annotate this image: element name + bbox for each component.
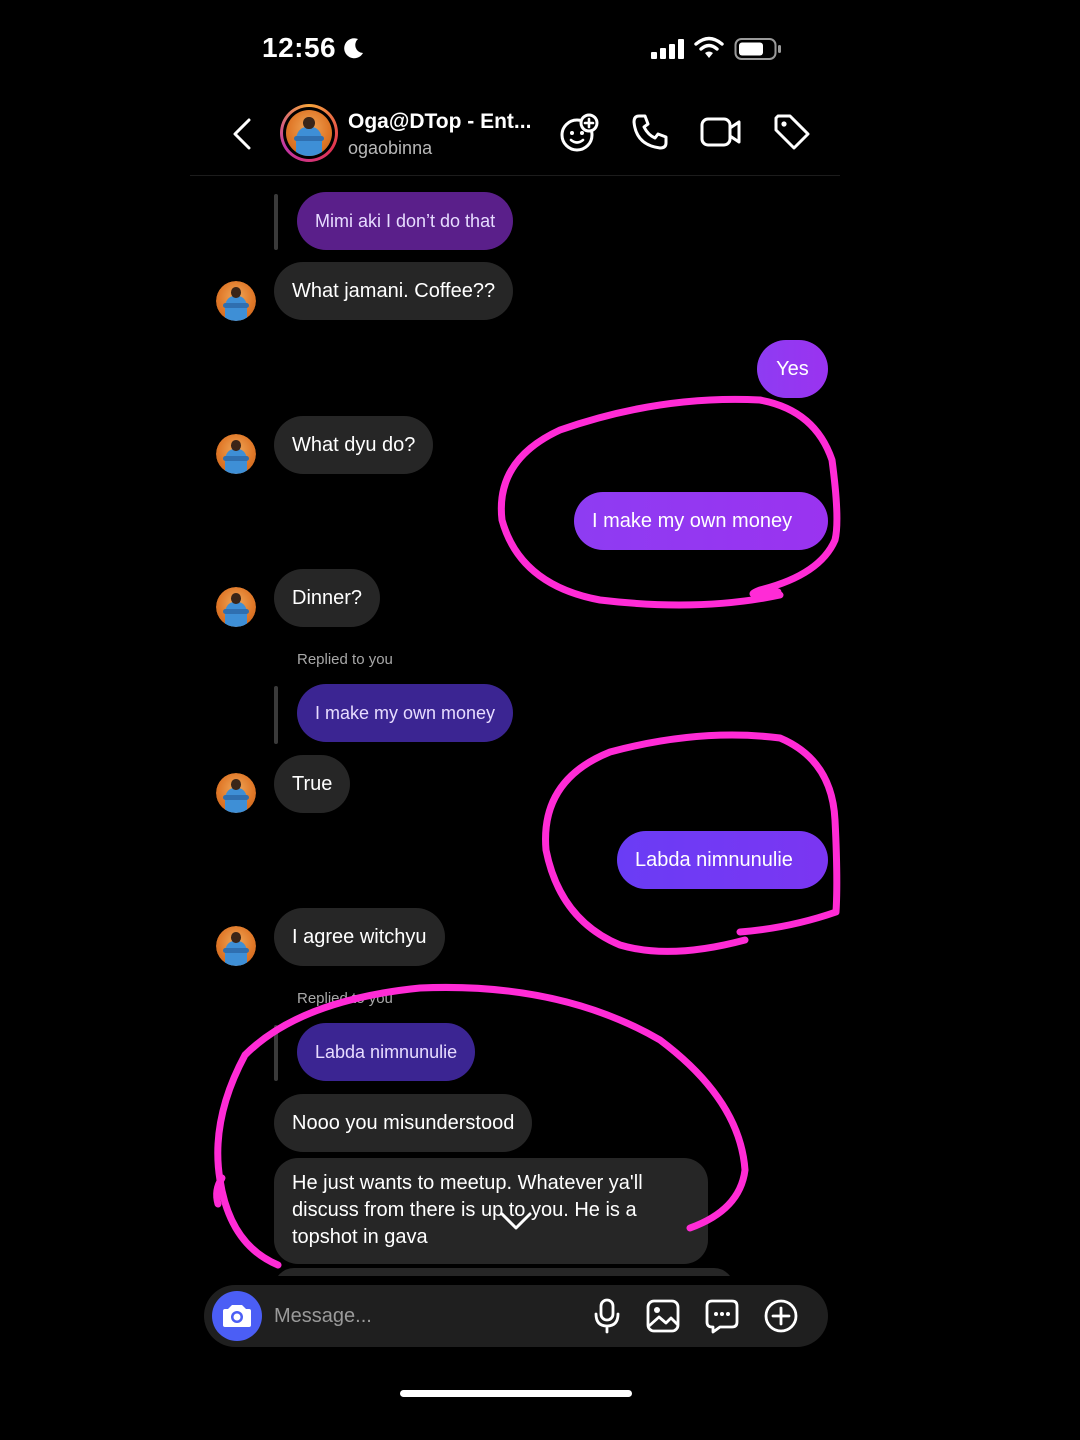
moon-icon bbox=[344, 38, 363, 59]
battery-icon bbox=[734, 38, 781, 60]
replied-label: Replied to you bbox=[297, 990, 393, 1007]
incoming-message[interactable]: What dyu do? bbox=[274, 416, 434, 474]
plus-icon[interactable] bbox=[763, 1298, 799, 1334]
sender-avatar[interactable] bbox=[216, 926, 256, 966]
wifi-icon bbox=[694, 36, 724, 58]
quote-bar bbox=[274, 686, 278, 744]
incoming-message[interactable]: I agree witchyu bbox=[274, 908, 445, 966]
contact-username[interactable]: ogaobinna bbox=[348, 138, 432, 159]
incoming-message[interactable]: Dinner? bbox=[274, 569, 381, 627]
microphone-icon[interactable] bbox=[592, 1298, 622, 1334]
sender-avatar[interactable] bbox=[216, 281, 256, 321]
chevron-down-icon[interactable] bbox=[498, 1210, 534, 1234]
chat-header: Oga@DTop - Ent... ogaobinna bbox=[190, 98, 840, 176]
phone-icon[interactable] bbox=[630, 112, 670, 152]
tag-icon[interactable] bbox=[772, 112, 812, 152]
add-emoji-icon[interactable] bbox=[558, 112, 600, 154]
quoted-message[interactable]: I make my own money bbox=[297, 684, 514, 742]
home-indicator[interactable] bbox=[400, 1390, 632, 1397]
quote-bar bbox=[274, 1025, 278, 1081]
contact-name[interactable]: Oga@DTop - Ent... bbox=[348, 110, 531, 134]
incoming-message[interactable]: What jamani. Coffee?? bbox=[274, 262, 514, 320]
video-icon[interactable] bbox=[700, 112, 742, 152]
message-input[interactable]: Message... bbox=[274, 1285, 372, 1347]
back-icon[interactable] bbox=[230, 116, 256, 152]
sender-avatar[interactable] bbox=[216, 587, 256, 627]
message-composer: Message... bbox=[204, 1285, 828, 1347]
outgoing-message[interactable]: I make my own money bbox=[574, 492, 828, 550]
contact-avatar[interactable] bbox=[280, 104, 338, 162]
camera-button[interactable] bbox=[212, 1291, 262, 1341]
quoted-message[interactable]: Mimi aki I don’t do that bbox=[297, 192, 514, 250]
status-time: 12:56 bbox=[262, 32, 337, 63]
replied-label: Replied to you bbox=[297, 651, 393, 668]
message-list[interactable]: Mimi aki I don’t do that What jamani. Co… bbox=[0, 176, 1080, 1276]
incoming-message[interactable]: Nooo you misunderstood bbox=[274, 1094, 533, 1152]
quote-bar bbox=[274, 194, 278, 250]
quoted-message[interactable]: Labda nimnunulie bbox=[297, 1023, 476, 1081]
signal-icon bbox=[651, 39, 684, 59]
outgoing-message[interactable]: Labda nimnunulie bbox=[617, 831, 828, 889]
sticker-icon[interactable] bbox=[704, 1298, 740, 1334]
status-bar: 12:56 bbox=[0, 0, 1080, 100]
sender-avatar[interactable] bbox=[216, 434, 256, 474]
camera-icon bbox=[223, 1305, 251, 1327]
incoming-message[interactable]: He just wants to meetup. Whatever ya'll … bbox=[274, 1158, 708, 1264]
sender-avatar[interactable] bbox=[216, 773, 256, 813]
outgoing-message[interactable]: Yes bbox=[757, 340, 828, 398]
incoming-message-partial[interactable] bbox=[274, 1268, 734, 1276]
gallery-icon[interactable] bbox=[645, 1298, 681, 1334]
incoming-message[interactable]: True bbox=[274, 755, 351, 813]
